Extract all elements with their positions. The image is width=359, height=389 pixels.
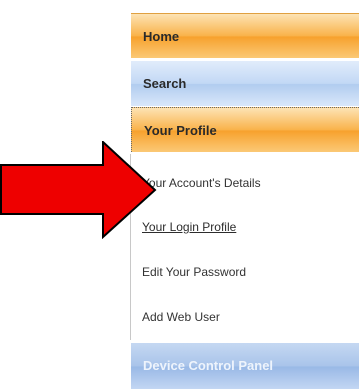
menu-header-home-label: Home <box>143 29 180 44</box>
menu-header-device-control-panel[interactable]: Device Control Panel <box>131 343 359 389</box>
menu-item-label: Edit Your Password <box>142 265 247 279</box>
menu-item-edit-password[interactable]: Edit Your Password <box>131 252 359 292</box>
menu-item-label: Add Web User <box>142 310 220 324</box>
menu-header-search[interactable]: Search <box>131 61 359 106</box>
menu-item-add-web-user[interactable]: Add Web User <box>131 297 359 337</box>
menu-header-your-profile[interactable]: Your Profile <box>131 107 359 152</box>
menu-header-your-profile-label: Your Profile <box>144 123 217 138</box>
menu-header-home[interactable]: Home <box>131 13 359 58</box>
right-arrow-icon <box>0 141 157 239</box>
menu-item-login-profile[interactable]: Your Login Profile <box>131 207 359 247</box>
menu-header-search-label: Search <box>143 76 187 91</box>
menu-header-device-control-panel-label: Device Control Panel <box>143 358 274 373</box>
menu-item-account-details[interactable]: Your Account's Details <box>131 163 359 203</box>
arrow-shape <box>0 141 157 239</box>
profile-menu-screenshot: Home Search Your Profile Your Account's … <box>0 0 359 389</box>
